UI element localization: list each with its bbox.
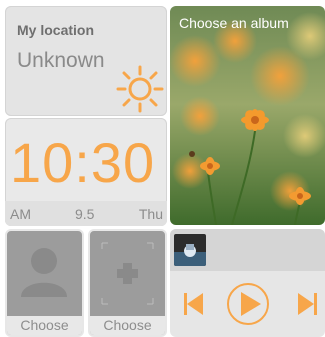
sun-icon xyxy=(116,65,164,113)
contact-choose-label-2: Choose xyxy=(90,316,165,335)
weather-widget[interactable]: My location Unknown xyxy=(5,6,167,116)
clock-widget[interactable]: 10:30 AM 9.5 Thu xyxy=(5,118,167,226)
contact-choose-label-1: Choose xyxy=(7,316,82,335)
album-label: Choose an album xyxy=(179,15,289,31)
weather-location-value: Unknown xyxy=(17,49,105,72)
album-photo xyxy=(170,6,325,225)
contact-tile-1[interactable]: Choose xyxy=(5,229,84,337)
clock-day: Thu xyxy=(138,206,163,222)
next-icon[interactable] xyxy=(298,293,317,315)
music-player-widget[interactable] xyxy=(170,229,325,337)
contact-tile-2[interactable]: Choose xyxy=(88,229,167,337)
play-icon[interactable] xyxy=(227,283,269,325)
weather-title: My location xyxy=(17,22,95,38)
clock-time: 10:30 xyxy=(10,131,156,194)
clock-ampm: AM xyxy=(10,206,31,222)
add-icon xyxy=(101,242,154,305)
album-thumbnail[interactable] xyxy=(174,234,206,266)
clock-date: 9.5 xyxy=(75,206,95,222)
music-top-bar xyxy=(170,229,325,271)
album-widget[interactable]: Choose an album xyxy=(170,6,325,225)
previous-icon[interactable] xyxy=(184,293,203,315)
person-icon xyxy=(21,248,67,297)
clock-date-bar: AM 9.5 Thu xyxy=(5,201,167,226)
music-controls xyxy=(184,283,317,325)
